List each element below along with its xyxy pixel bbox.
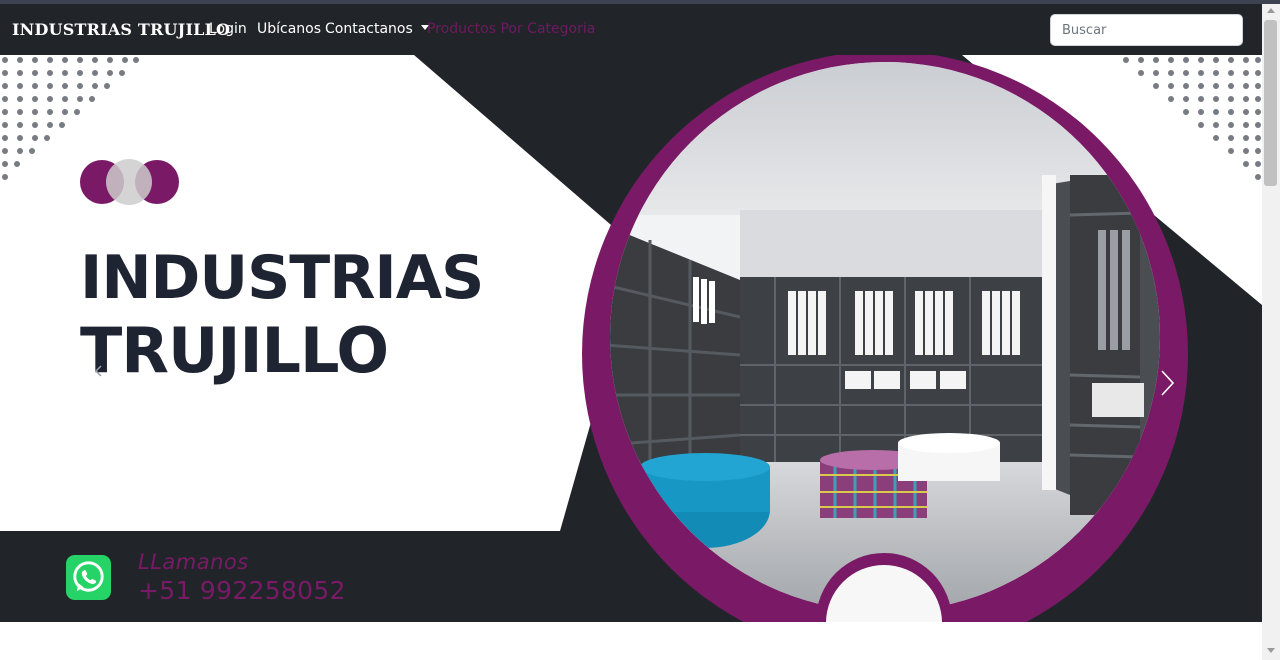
decorative-dots-right [1123,57,1261,180]
whatsapp-icon[interactable] [65,554,112,601]
call-label: LLamanos [138,550,249,574]
chevron-left-icon[interactable] [92,363,106,377]
nav-contactanos-dropdown[interactable]: Contactanos [325,21,429,37]
hero-title-line1: INDUSTRIAS [80,243,484,313]
scroll-up-arrow-icon[interactable] [1267,8,1275,13]
scrollbar-thumb[interactable] [1264,20,1277,186]
brand-link[interactable]: INDUSTRIAS TRUJILLO [12,20,230,39]
hero-title-line2: TRUJILLO [80,314,389,387]
hero-carousel: INDUSTRIAS TRUJILLO LLamanos +51 9922580… [0,55,1262,622]
nav-login-link[interactable]: Login [209,21,247,37]
chevron-right-icon[interactable] [1158,368,1176,398]
search-input[interactable] [1050,14,1243,46]
nav-ubicanos-link[interactable]: Ubícanos [257,21,321,37]
vertical-scrollbar[interactable] [1262,4,1280,660]
logo-circles [80,159,179,205]
nav-contactanos-label: Contactanos [325,21,413,37]
nav-productos-link[interactable]: Productos Por Categoria [427,21,595,37]
navbar: INDUSTRIAS TRUJILLO Login Ubícanos Conta… [0,4,1262,55]
phone-number: +51 992258052 [138,576,346,605]
decorative-dots-left [2,57,139,180]
scroll-down-arrow-icon[interactable] [1267,648,1275,653]
